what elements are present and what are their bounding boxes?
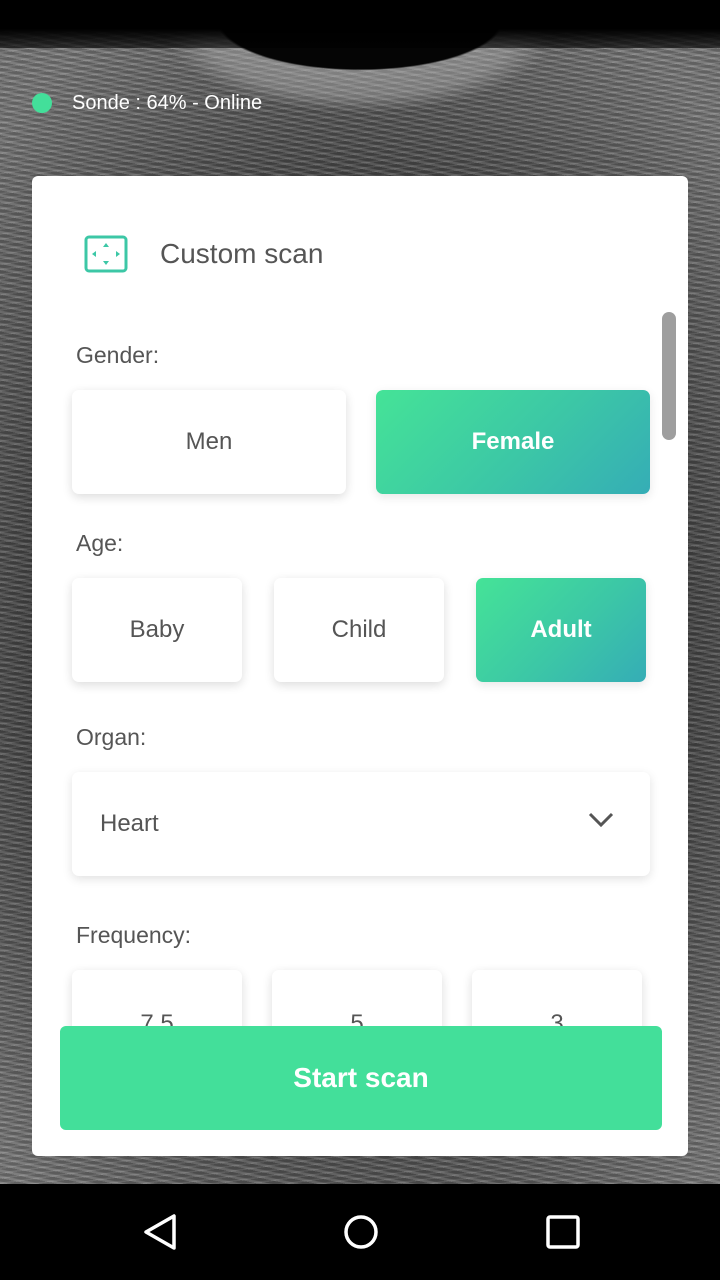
top-shadow (0, 0, 720, 48)
probe-status-text: Sonde : 64% - Online (72, 91, 263, 114)
frequency-label: Frequency: (76, 922, 192, 948)
gender-label: Gender: (76, 342, 160, 368)
custom-scan-card: Custom scan Gender: Men Female Age: Baby… (32, 176, 688, 1156)
organ-select-value: Heart (100, 810, 159, 837)
scan-frame-icon (84, 235, 128, 273)
recents-icon[interactable] (539, 1208, 587, 1256)
organ-select[interactable]: Heart (72, 772, 650, 876)
card-header: Custom scan (84, 234, 323, 274)
back-icon[interactable] (136, 1208, 184, 1256)
home-icon[interactable] (337, 1208, 385, 1256)
gender-option-female[interactable]: Female (376, 390, 650, 494)
system-navigation-bar (0, 1184, 720, 1280)
card-title: Custom scan (160, 238, 324, 269)
start-scan-button[interactable]: Start scan (60, 1026, 662, 1130)
scrollbar[interactable] (662, 312, 676, 440)
chevron-down-icon (588, 812, 614, 828)
online-status-dot (32, 93, 52, 113)
age-option-adult[interactable]: Adult (476, 578, 646, 682)
age-option-child[interactable]: Child (274, 578, 444, 682)
organ-label: Organ: (76, 724, 147, 750)
gender-option-men[interactable]: Men (72, 390, 346, 494)
probe-status: Sonde : 64% - Online (32, 88, 262, 118)
age-label: Age: (76, 530, 124, 556)
age-option-baby[interactable]: Baby (72, 578, 242, 682)
